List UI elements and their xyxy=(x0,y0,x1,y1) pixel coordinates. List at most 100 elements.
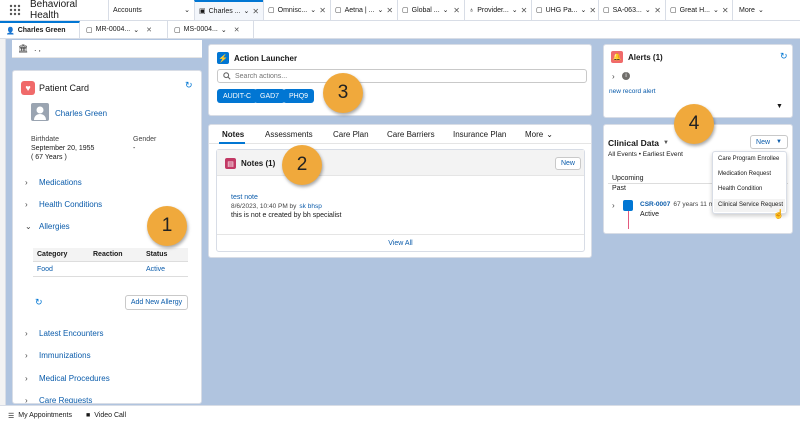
bell-icon: 🔔 xyxy=(611,51,623,63)
section-allergies[interactable]: ⌄ Allergies xyxy=(25,222,70,231)
workspace-tab[interactable]: ▢ Great H... ⌄ ✕ xyxy=(665,0,732,20)
list-icon: ☰ xyxy=(8,412,15,420)
close-icon[interactable]: ✕ xyxy=(252,7,259,16)
workspace-tab[interactable]: ▢ Aetna | ... ⌄ ✕ xyxy=(330,0,397,20)
chevron-right-icon[interactable]: › xyxy=(612,201,615,210)
tab-assessments[interactable]: Assessments xyxy=(265,130,313,139)
section-medications[interactable]: › Medications xyxy=(25,178,82,187)
chevron-down-icon[interactable]: ⌄ xyxy=(645,6,651,14)
menu-item-care-program-enrollee[interactable]: Care Program Enrollee xyxy=(718,156,779,162)
chevron-down-icon[interactable]: ⌄ xyxy=(713,6,719,14)
chevron-down-icon[interactable]: ⌄ xyxy=(221,26,227,34)
chevron-down-icon[interactable]: ⌄ xyxy=(512,6,518,14)
subtab-medication-request[interactable]: ▢ MR-0004... ⌄ ✕ xyxy=(80,21,168,38)
caret-down-icon[interactable]: ▼ xyxy=(776,103,783,110)
action-button-audit-c[interactable]: AUDIT-C xyxy=(217,89,257,103)
nav-tab-accounts[interactable]: Accounts ⌄ xyxy=(108,0,194,20)
clinical-data-title[interactable]: Clinical Data ▼ xyxy=(608,138,669,148)
table-row: Food Active xyxy=(33,264,188,277)
workspace-tab[interactable]: ▢ Omnisc... ⌄ ✕ xyxy=(263,0,330,20)
tab-insurance-plan[interactable]: Insurance Plan xyxy=(453,130,506,139)
video-call-button[interactable]: ■ Video Call xyxy=(86,412,126,419)
video-camera-icon: ■ xyxy=(85,412,91,419)
chevron-down-icon: ⌄ xyxy=(757,7,764,14)
app-launcher-icon[interactable] xyxy=(0,0,30,20)
chevron-down-icon[interactable]: ⌄ xyxy=(184,6,190,14)
institution-icon: 🏛 xyxy=(18,44,29,53)
notes-panel: ▤ Notes (1) New test note 8/6/2023, 10:4… xyxy=(216,149,585,252)
tab-more[interactable]: More ⌄ xyxy=(525,130,553,139)
caret-down-icon: ▼ xyxy=(776,139,782,145)
new-dropdown-menu: Care Program Enrollee Medication Request… xyxy=(712,151,787,219)
chevron-right-icon: › xyxy=(25,374,28,383)
tab-care-barriers[interactable]: Care Barriers xyxy=(387,130,435,139)
view-all-link[interactable]: View All xyxy=(217,240,584,247)
tab-notes[interactable]: Notes xyxy=(222,130,244,139)
section-medical-procedures[interactable]: › Medical Procedures xyxy=(25,374,110,383)
subtab-patient[interactable]: 👤 Charles Green xyxy=(0,21,80,38)
search-actions-field[interactable] xyxy=(217,69,587,83)
search-actions-input[interactable] xyxy=(235,72,575,80)
section-health-conditions[interactable]: › Health Conditions xyxy=(25,200,102,209)
note-author-link[interactable]: sk bhsp xyxy=(299,203,321,210)
section-immunizations[interactable]: › Immunizations xyxy=(25,351,91,360)
refresh-icon[interactable]: ↻ xyxy=(185,80,193,91)
refresh-icon[interactable]: ↻ xyxy=(35,297,43,308)
tab-care-plan[interactable]: Care Plan xyxy=(333,130,369,139)
refresh-icon[interactable]: ↻ xyxy=(780,51,788,62)
action-button-gad7[interactable]: GAD7 xyxy=(254,89,286,103)
notes-title: Notes (1) xyxy=(241,159,276,168)
section-latest-encounters[interactable]: › Latest Encounters xyxy=(25,329,103,338)
birthdate-value: September 20, 1955 xyxy=(31,145,95,152)
action-launcher-title: Action Launcher xyxy=(234,54,298,63)
gender-value: - xyxy=(133,145,136,152)
note-title-link[interactable]: test note xyxy=(231,194,258,201)
close-icon[interactable]: ✕ xyxy=(146,26,152,34)
menu-item-clinical-service-request[interactable]: Clinical Service Request xyxy=(718,202,783,208)
record-alert-link[interactable]: new record alert xyxy=(609,88,656,95)
record-icon: ▢ xyxy=(268,7,275,14)
timeline-event-icon xyxy=(623,200,633,211)
action-button-phq9[interactable]: PHQ9 xyxy=(283,89,315,103)
close-icon[interactable]: ✕ xyxy=(453,6,460,15)
chevron-down-icon[interactable]: ⌄ xyxy=(133,26,139,34)
chevron-down-icon[interactable]: ⌄ xyxy=(244,7,250,15)
workspace-tab[interactable]: ▢ SA-063... ⌄ ✕ xyxy=(598,0,665,20)
chevron-down-icon[interactable]: ⌄ xyxy=(443,6,449,14)
more-tabs-button[interactable]: More ⌄ xyxy=(732,0,770,20)
close-icon[interactable]: ✕ xyxy=(234,26,240,34)
close-icon[interactable]: ✕ xyxy=(386,6,393,15)
chevron-right-icon: › xyxy=(25,396,28,404)
workspace-tab[interactable]: ▢ Global ... ⌄ ✕ xyxy=(397,0,464,20)
active-tab-indicator xyxy=(219,142,245,144)
close-icon[interactable]: ✕ xyxy=(654,6,661,15)
close-icon[interactable]: ✕ xyxy=(722,6,729,15)
menu-item-medication-request[interactable]: Medication Request xyxy=(718,171,771,177)
close-icon[interactable]: ✕ xyxy=(589,6,596,15)
chevron-down-icon[interactable]: ⌄ xyxy=(581,6,587,14)
add-new-allergy-button[interactable]: Add New Allergy xyxy=(125,295,188,310)
workspace-tab[interactable]: ▣ Charles ... ⌄ ✕ xyxy=(194,0,263,20)
chevron-down-icon[interactable]: ⌄ xyxy=(310,6,316,14)
record-icon: ▢ xyxy=(536,7,543,14)
close-icon[interactable]: ✕ xyxy=(521,6,528,15)
chevron-down-icon[interactable]: ⌄ xyxy=(377,6,383,14)
patient-name-link[interactable]: Charles Green xyxy=(55,109,107,118)
menu-item-health-condition[interactable]: Health Condition xyxy=(718,186,762,192)
new-clinical-button[interactable]: New ▼ xyxy=(750,135,788,149)
section-care-requests[interactable]: › Care Requests xyxy=(25,396,92,404)
record-header: 🏛 . , xyxy=(12,40,202,58)
timeline-line xyxy=(628,211,629,229)
new-note-button[interactable]: New xyxy=(555,157,581,170)
avatar xyxy=(31,103,49,121)
event-status: Active xyxy=(640,211,660,218)
close-icon[interactable]: ✕ xyxy=(319,6,326,15)
chevron-right-icon: › xyxy=(25,351,28,360)
workspace-tab[interactable]: ♁ Provider... ⌄ ✕ xyxy=(464,0,531,20)
workspace-tab[interactable]: ▢ UHG Pa... ⌄ ✕ xyxy=(531,0,598,20)
chevron-right-icon: › xyxy=(25,200,28,209)
my-appointments-button[interactable]: ☰ My Appointments xyxy=(8,412,72,420)
event-id-link[interactable]: CSR-0007 xyxy=(640,201,670,208)
subtab-medication-statement[interactable]: ▢ MS-0004... ⌄ ✕ xyxy=(168,21,254,38)
chevron-right-icon[interactable]: › xyxy=(612,72,615,81)
